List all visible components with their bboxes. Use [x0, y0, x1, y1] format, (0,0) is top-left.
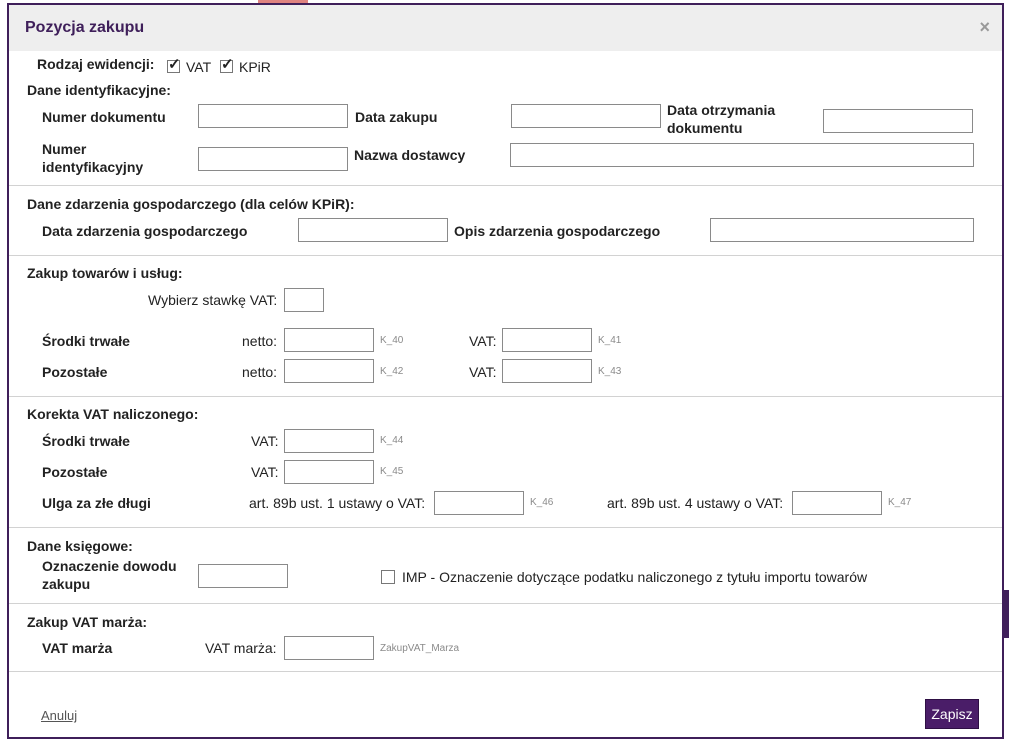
dialog-title: Pozycja zakupu [25, 19, 145, 36]
k43-code: K_43 [598, 366, 622, 377]
art1-label: art. 89b ust. 1 ustawy o VAT: [249, 495, 426, 511]
divider [9, 603, 1002, 604]
art4-label: art. 89b ust. 4 ustawy o VAT: [607, 495, 784, 511]
section-header-identyfikacyjne: Dane identyfikacyjne: [27, 82, 171, 98]
section-header-ksiegowe: Dane księgowe: [27, 538, 133, 554]
k41-code: K_41 [598, 335, 622, 346]
data-zakupu-label: Data zakupu [355, 109, 438, 125]
imp-checkbox-label: IMP - Oznaczenie dotyczące podatku nalic… [402, 569, 868, 585]
vat-marza-input[interactable] [284, 636, 374, 660]
background-strip [1004, 590, 1009, 638]
data-otrzymania-label-2: dokumentu [667, 120, 743, 136]
close-icon[interactable]: × [979, 17, 990, 38]
k47-input[interactable] [792, 491, 882, 515]
vat-marza-code: ZakupVAT_Marza [380, 643, 460, 654]
divider [9, 396, 1002, 397]
save-button[interactable]: Zapisz [925, 699, 979, 729]
korekta-pozostale-label: Pozostałe [42, 464, 108, 480]
k46-input[interactable] [434, 491, 524, 515]
vat-checkbox-label: VAT [186, 59, 212, 75]
vat-marza-field-label: VAT marża: [205, 640, 277, 656]
k44-code: K_44 [380, 435, 404, 446]
vat-label: VAT: [469, 364, 497, 380]
netto-label: netto: [242, 333, 278, 349]
vat-label: VAT: [251, 433, 279, 449]
kpir-checkbox-label: KPiR [239, 59, 271, 75]
vat-marza-label: VAT marża [42, 640, 113, 656]
numer-dokumentu-label: Numer dokumentu [42, 109, 166, 125]
numer-ident-label-2: identyfikacyjny [42, 159, 144, 175]
divider [9, 255, 1002, 256]
divider [9, 671, 1002, 672]
pozostale-label: Pozostałe [42, 364, 108, 380]
stawka-vat-label: Wybierz stawkę VAT: [148, 292, 278, 308]
k45-code: K_45 [380, 466, 404, 477]
korekta-srodki-label: Środki trwałe [42, 433, 130, 449]
data-zdarzenia-input[interactable] [298, 218, 448, 242]
vat-label: VAT: [469, 333, 497, 349]
stawka-vat-input[interactable] [284, 288, 324, 312]
data-otrzymania-label-1: Data otrzymania [667, 102, 776, 118]
check-icon: ✓ [221, 56, 234, 73]
numer-identyfikacyjny-input[interactable] [198, 147, 348, 171]
numer-dokumentu-input[interactable] [198, 104, 348, 128]
data-zakupu-input[interactable] [511, 104, 661, 128]
numer-ident-label-1: Numer [42, 141, 87, 157]
k45-input[interactable] [284, 460, 374, 484]
srodki-trwale-label: Środki trwałe [42, 333, 130, 349]
nazwa-dostawcy-label: Nazwa dostawcy [354, 147, 466, 163]
rodzaj-ewidencji-label: Rodzaj ewidencji: [37, 56, 155, 72]
oznaczenie-dowodu-input[interactable] [198, 564, 288, 588]
section-header-marza: Zakup VAT marża: [27, 614, 148, 630]
k47-code: K_47 [888, 497, 912, 508]
check-icon: ✓ [168, 56, 181, 73]
vat-checkbox[interactable]: ✓ [167, 56, 181, 73]
k40-input[interactable] [284, 328, 374, 352]
purchase-item-dialog: Pozycja zakupu × Rodzaj ewidencji: ✓ VAT… [7, 3, 1004, 739]
data-otrzymania-input[interactable] [823, 109, 973, 133]
divider [9, 185, 1002, 186]
k42-input[interactable] [284, 359, 374, 383]
section-header-zdarzenie: Dane zdarzenia gospodarczego (dla celów … [27, 196, 355, 212]
k46-code: K_46 [530, 497, 554, 508]
netto-label: netto: [242, 364, 278, 380]
vat-label: VAT: [251, 464, 279, 480]
oznaczenie-label-1: Oznaczenie dowodu [42, 558, 177, 574]
section-header-zakup: Zakup towarów i usług: [27, 265, 183, 281]
k43-input[interactable] [502, 359, 592, 383]
k42-code: K_42 [380, 366, 404, 377]
data-zdarzenia-label: Data zdarzenia gospodarczego [42, 223, 248, 239]
imp-checkbox[interactable] [381, 570, 395, 584]
ulga-label: Ulga za złe długi [42, 495, 151, 511]
opis-zdarzenia-label: Opis zdarzenia gospodarczego [454, 223, 661, 239]
k41-input[interactable] [502, 328, 592, 352]
dialog-titlebar: Pozycja zakupu × [9, 5, 1002, 51]
section-header-korekta: Korekta VAT naliczonego: [27, 406, 199, 422]
nazwa-dostawcy-input[interactable] [510, 143, 974, 167]
k40-code: K_40 [380, 335, 404, 346]
cancel-link[interactable]: Anuluj [41, 708, 77, 723]
k44-input[interactable] [284, 429, 374, 453]
opis-zdarzenia-input[interactable] [710, 218, 974, 242]
oznaczenie-label-2: zakupu [42, 576, 91, 592]
divider [9, 527, 1002, 528]
kpir-checkbox[interactable]: ✓ [220, 56, 234, 73]
